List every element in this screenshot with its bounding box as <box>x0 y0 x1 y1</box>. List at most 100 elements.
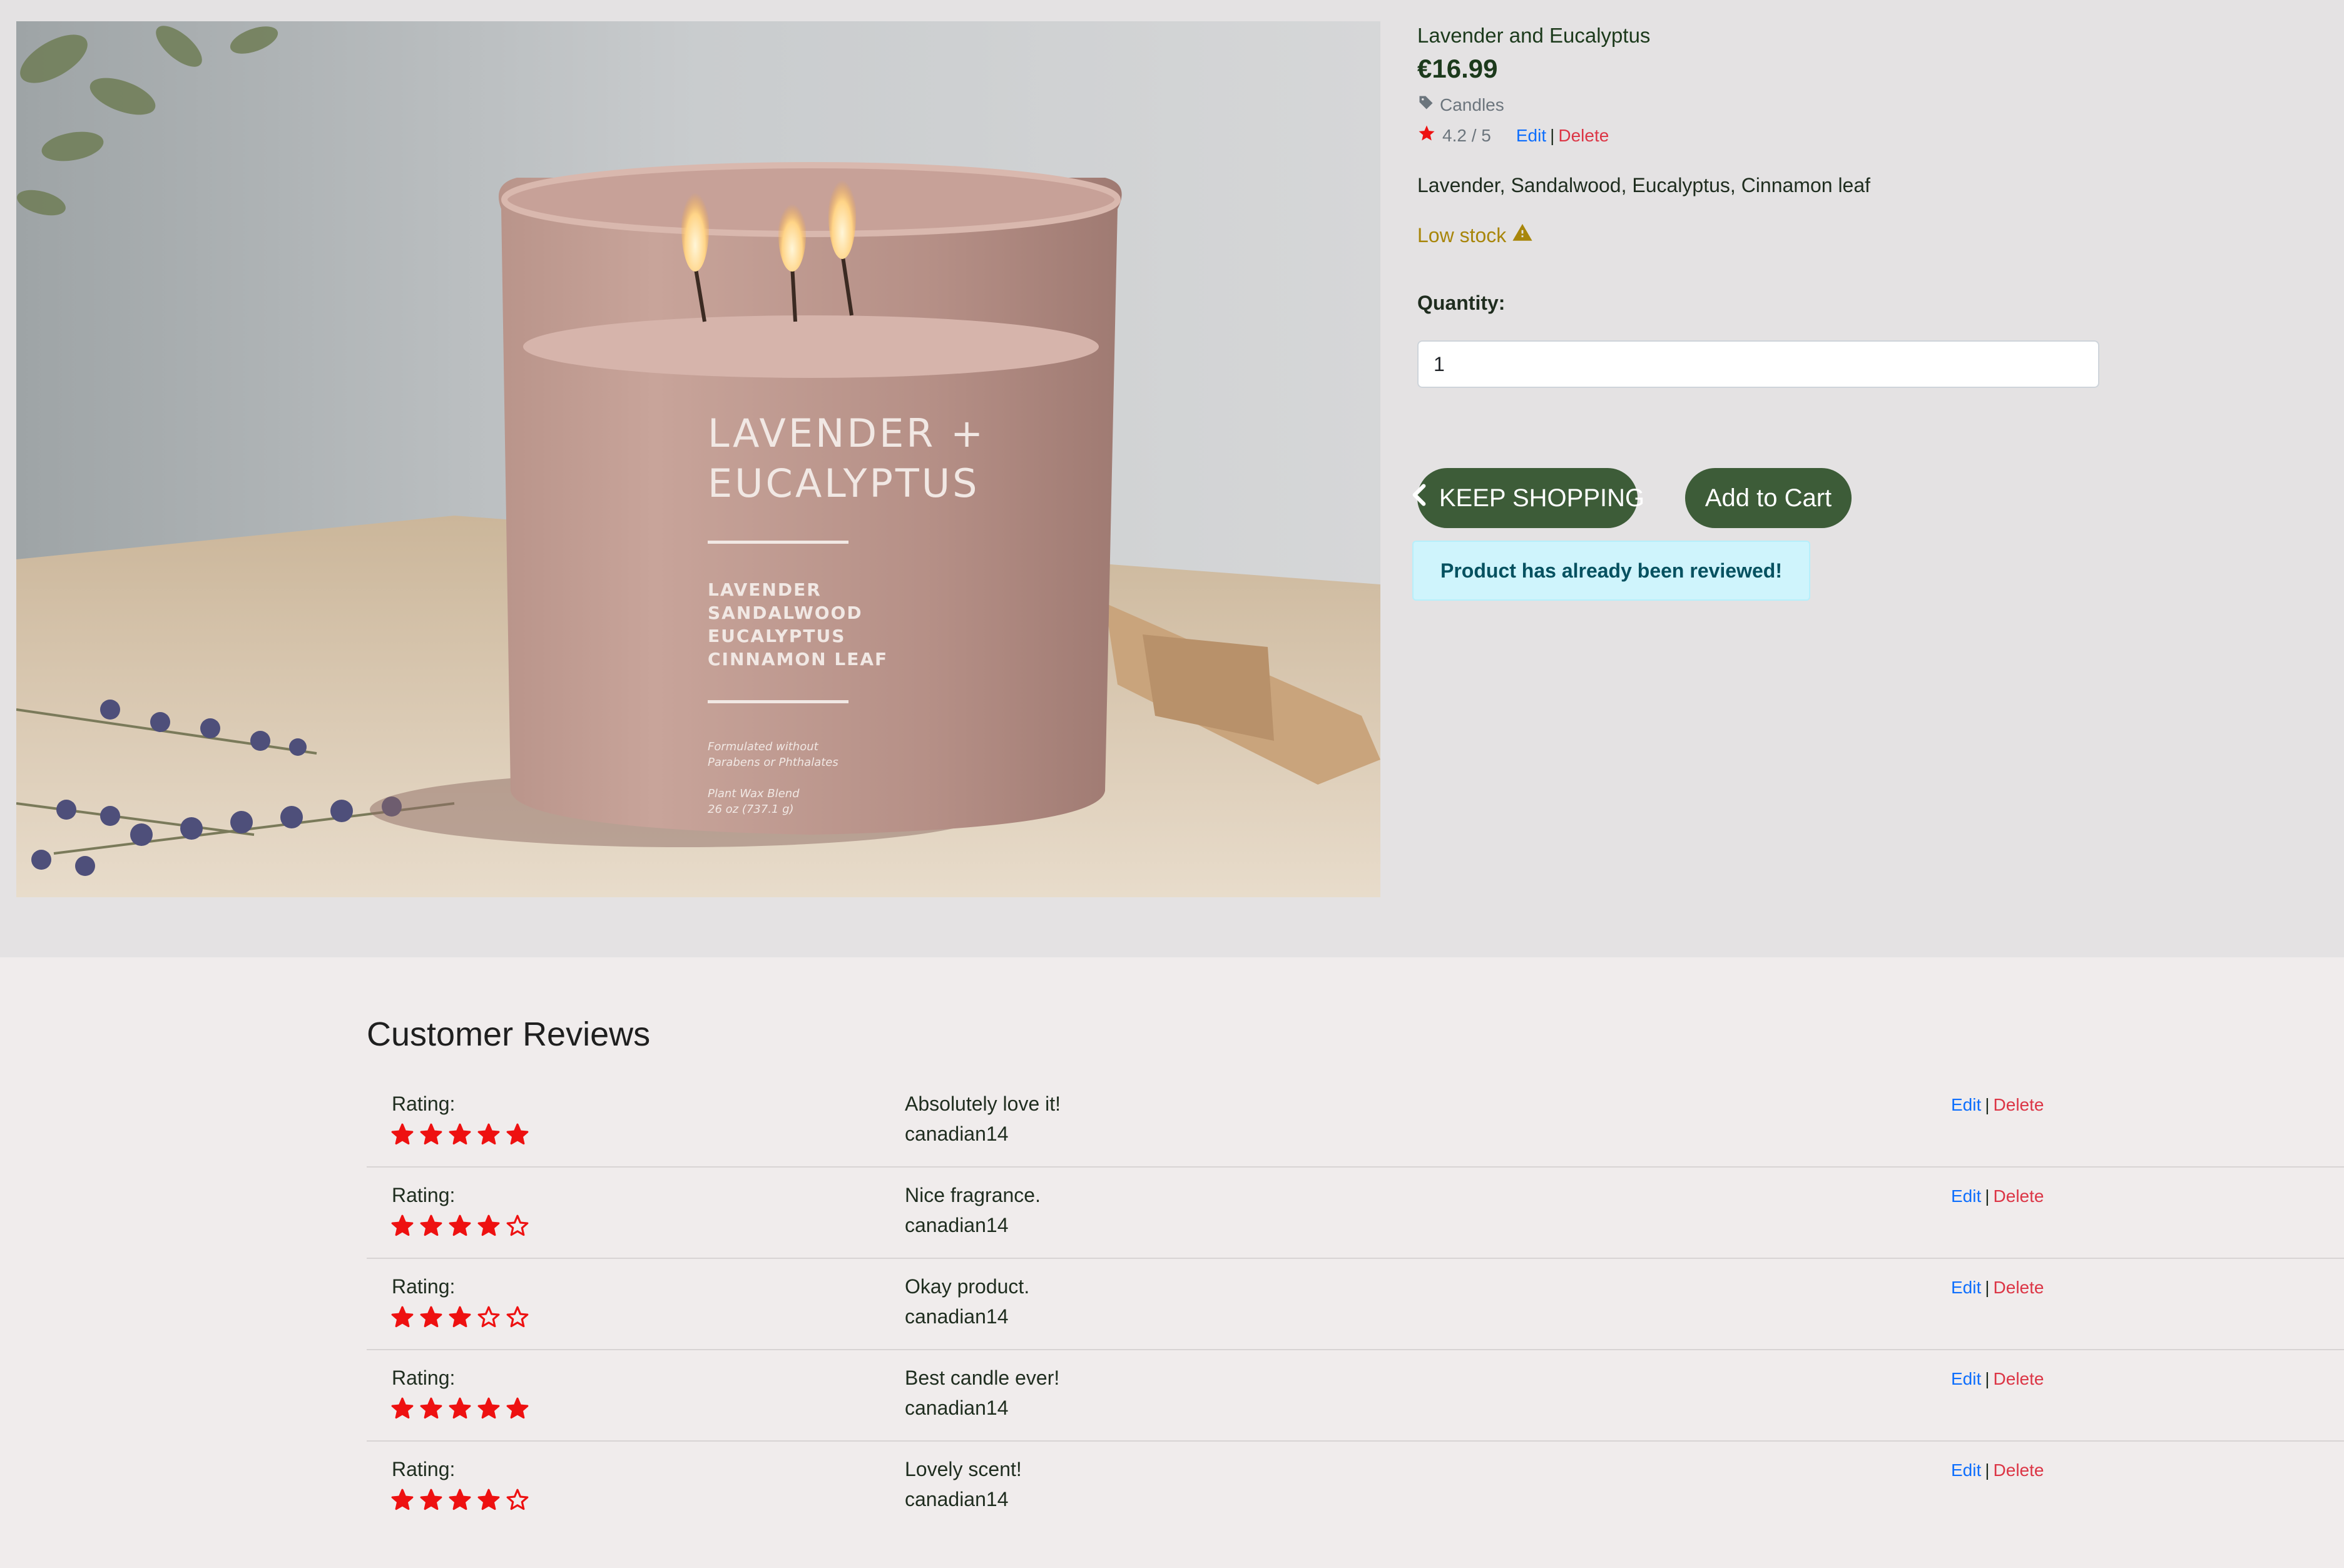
stock-status-label: Low stock <box>1417 223 1507 247</box>
review-row: Rating: Absolutely love it! canadian14 Edit… <box>367 1075 2344 1168</box>
already-reviewed-alert: Product has already been reviewed! <box>1412 541 1810 601</box>
delete-review-link[interactable]: Delete <box>1994 1186 2044 1206</box>
review-actions: Edit | Delete <box>1951 1460 2044 1480</box>
review-text: Nice fragrance. <box>905 1184 1041 1206</box>
delete-review-link[interactable]: Delete <box>1994 1369 2044 1388</box>
star-filled-icon <box>391 1489 414 1510</box>
review-text: Okay product. <box>905 1275 1030 1298</box>
review-author: canadian14 <box>905 1214 1009 1236</box>
review-actions: Edit | Delete <box>1951 1186 2044 1206</box>
review-text: Best candle ever! <box>905 1367 1060 1389</box>
separator: | <box>1985 1460 1990 1480</box>
star-filled-icon <box>449 1397 471 1419</box>
edit-review-link[interactable]: Edit <box>1951 1095 1981 1114</box>
edit-review-link[interactable]: Edit <box>1951 1460 1981 1480</box>
star-filled-icon <box>391 1123 414 1145</box>
product-price: €16.99 <box>1417 54 1498 83</box>
review-author: canadian14 <box>905 1305 1009 1328</box>
category-label: Candles <box>1440 94 1504 115</box>
star-filled-icon <box>477 1489 500 1510</box>
review-actions: Edit | Delete <box>1951 1278 2044 1298</box>
separator: | <box>1985 1095 1990 1114</box>
star-filled-icon <box>391 1214 414 1236</box>
review-row: Rating: Okay product. canadian14 Edit | Delet… <box>367 1258 2344 1350</box>
star-filled-icon <box>449 1123 471 1145</box>
product-rating: 4.2 / 5 Edit | Delete <box>1417 124 1609 147</box>
review-actions: Edit | Delete <box>1951 1095 2044 1115</box>
edit-review-link[interactable]: Edit <box>1951 1369 1981 1388</box>
star-filled-icon <box>477 1123 500 1145</box>
star-empty-icon <box>506 1306 529 1328</box>
review-text: Lovely scent! <box>905 1458 1022 1480</box>
delete-review-link[interactable]: Delete <box>1994 1278 2044 1297</box>
star-filled-icon <box>420 1306 442 1328</box>
product-ingredients: Lavender, Sandalwood, Eucalyptus, Cinnam… <box>1417 174 1871 196</box>
star-filled-icon <box>506 1397 529 1419</box>
star-icon <box>1417 124 1442 147</box>
rating-label: Rating: <box>392 1458 456 1480</box>
review-row: Rating: Nice fragrance. canadian14 Edit | Del… <box>367 1166 2344 1259</box>
add-to-cart-button[interactable]: Add to Cart <box>1685 468 1852 528</box>
star-empty-icon <box>506 1214 529 1236</box>
star-filled-icon <box>420 1489 442 1510</box>
rating-label: Rating: <box>392 1367 456 1389</box>
star-filled-icon <box>449 1214 471 1236</box>
star-filled-icon <box>449 1489 471 1510</box>
separator: | <box>1985 1369 1990 1388</box>
review-actions: Edit | Delete <box>1951 1369 2044 1389</box>
separator: | <box>1985 1186 1990 1206</box>
rating-label: Rating: <box>392 1184 456 1206</box>
rating-value: 4.2 / 5 <box>1442 125 1491 145</box>
star-filled-icon <box>420 1397 442 1419</box>
edit-product-link[interactable]: Edit <box>1516 126 1546 146</box>
product-category: Candles <box>1417 94 1504 116</box>
star-filled-icon <box>420 1123 442 1145</box>
review-stars <box>390 1123 529 1146</box>
keep-shopping-label: KEEP SHOPPING <box>1439 484 1645 512</box>
chevron-left-icon <box>1410 484 1428 512</box>
product-image: LAVENDER + EUCALYPTUS LAVENDER SANDALWOO… <box>16 21 1380 897</box>
rating-label: Rating: <box>392 1092 456 1115</box>
review-author: canadian14 <box>905 1488 1009 1510</box>
star-filled-icon <box>506 1123 529 1145</box>
star-empty-icon <box>477 1306 500 1328</box>
svg-text:EUCALYPTUS: EUCALYPTUS <box>708 461 979 506</box>
separator: | <box>1550 125 1555 145</box>
quantity-input[interactable] <box>1417 340 2099 388</box>
review-stars <box>390 1214 529 1238</box>
review-text: Absolutely love it! <box>905 1092 1061 1115</box>
delete-review-link[interactable]: Delete <box>1994 1095 2044 1114</box>
product-name: Lavender and Eucalyptus <box>1417 24 1651 47</box>
svg-text:LAVENDER +: LAVENDER + <box>708 410 986 456</box>
star-filled-icon <box>477 1397 500 1419</box>
svg-text:CINNAMON LEAF: CINNAMON LEAF <box>708 649 888 669</box>
star-filled-icon <box>420 1214 442 1236</box>
star-filled-icon <box>391 1397 414 1419</box>
edit-review-link[interactable]: Edit <box>1951 1186 1981 1206</box>
review-stars <box>390 1397 529 1420</box>
quantity-label: Quantity: <box>1417 292 1506 314</box>
keep-shopping-button[interactable]: KEEP SHOPPING <box>1412 468 1644 528</box>
reviews-title: Customer Reviews <box>367 1016 651 1053</box>
separator: | <box>1985 1278 1990 1297</box>
delete-product-link[interactable]: Delete <box>1558 126 1609 146</box>
svg-text:Plant Wax Blend: Plant Wax Blend <box>708 787 800 800</box>
rating-label: Rating: <box>392 1275 456 1298</box>
svg-text:SANDALWOOD: SANDALWOOD <box>708 603 863 623</box>
review-row: Rating: Lovely scent! canadian14 Edit | Delet… <box>367 1440 2344 1532</box>
star-filled-icon <box>449 1306 471 1328</box>
review-stars <box>390 1488 529 1512</box>
tag-icon <box>1417 94 1435 116</box>
warning-icon <box>1511 222 1534 248</box>
star-filled-icon <box>477 1214 500 1236</box>
edit-review-link[interactable]: Edit <box>1951 1278 1981 1297</box>
svg-text:26 oz (737.1 g): 26 oz (737.1 g) <box>708 803 794 816</box>
svg-text:Formulated without: Formulated without <box>708 740 819 753</box>
delete-review-link[interactable]: Delete <box>1994 1460 2044 1480</box>
star-empty-icon <box>506 1489 529 1510</box>
review-row: Rating: Best candle ever! canadian14 Edit | D… <box>367 1349 2344 1442</box>
stock-status: Low stock <box>1417 222 1534 248</box>
star-filled-icon <box>391 1306 414 1328</box>
review-author: canadian14 <box>905 1123 1009 1145</box>
svg-text:LAVENDER: LAVENDER <box>708 579 822 600</box>
